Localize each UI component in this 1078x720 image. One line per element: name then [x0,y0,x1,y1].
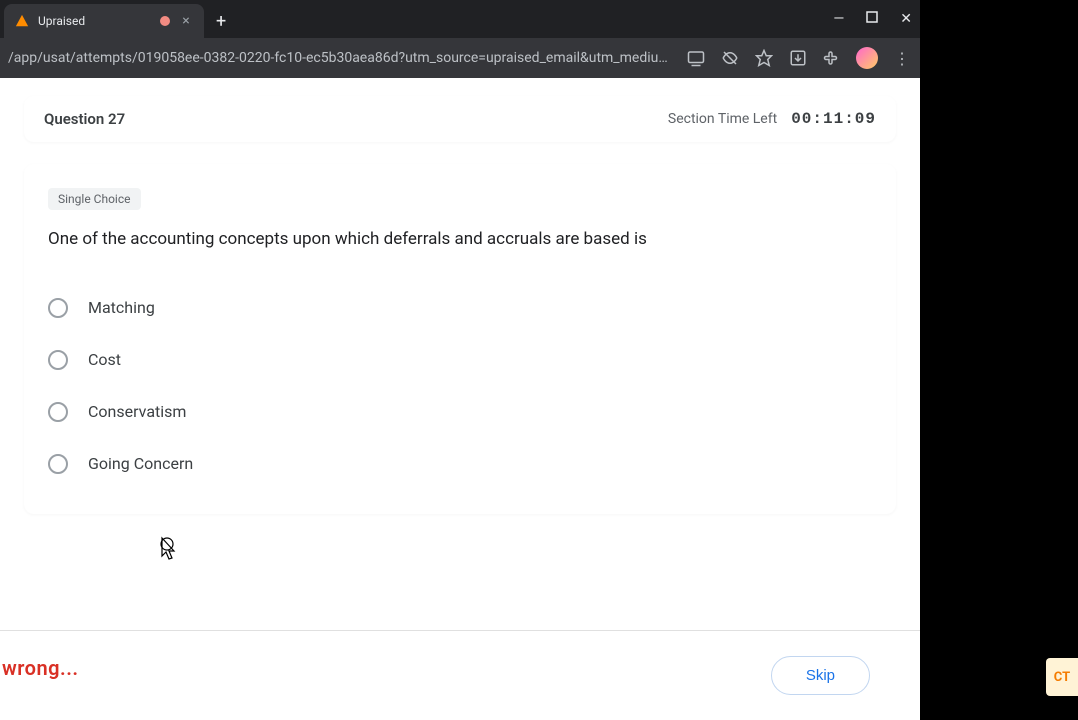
tab-title: Upraised [38,14,152,28]
timer-label: Section Time Left [668,111,777,127]
skip-button[interactable]: Skip [771,656,870,695]
wrong-overlay-text: wrong... [2,656,79,680]
option-label: Conservatism [88,402,186,421]
url-field[interactable]: /app/usat/attempts/019058ee-0382-0220-fc… [8,50,672,66]
window-controls: — ✕ [833,0,912,38]
option-label: Cost [88,350,121,369]
ct-badge: CT [1046,658,1078,696]
option-conservatism[interactable]: Conservatism [48,386,872,438]
ct-badge-text: CT [1054,670,1070,685]
screencast-icon[interactable] [686,48,706,68]
question-card: Single Choice One of the accounting conc… [24,164,896,514]
footer-bar: Skip [0,630,920,720]
question-number: Question 27 [44,110,125,128]
browser-titlebar: Upraised × + — ✕ [0,0,920,38]
timer-value: 00:11:09 [791,110,876,128]
browser-tab[interactable]: Upraised × [4,4,204,38]
extensions-icon[interactable] [822,48,842,68]
radio-icon [48,350,68,370]
minimize-icon[interactable]: — [833,11,844,27]
question-header: Question 27 Section Time Left 00:11:09 [24,96,896,142]
cursor-icon [156,536,178,562]
question-type-badge: Single Choice [48,188,141,210]
install-icon[interactable] [788,48,808,68]
maximize-icon[interactable] [866,11,878,27]
upraised-favicon [14,13,30,29]
question-text: One of the accounting concepts upon whic… [48,228,872,252]
new-tab-button[interactable]: + [204,4,238,38]
kebab-menu-icon[interactable]: ⋮ [892,48,912,68]
radio-icon [48,298,68,318]
profile-avatar-icon[interactable] [856,47,878,69]
address-bar: /app/usat/attempts/019058ee-0382-0220-fc… [0,38,920,78]
option-matching[interactable]: Matching [48,282,872,334]
radio-icon [48,402,68,422]
timer: Section Time Left 00:11:09 [668,110,876,128]
recording-indicator-icon [160,16,170,26]
option-going-concern[interactable]: Going Concern [48,438,872,490]
star-icon[interactable] [754,48,774,68]
page-content: Question 27 Section Time Left 00:11:09 S… [0,78,920,720]
tab-close-icon[interactable]: × [178,13,194,29]
close-window-icon[interactable]: ✕ [900,11,912,27]
option-label: Going Concern [88,454,193,473]
right-black-region: CT [920,0,1078,720]
eye-off-icon[interactable] [720,48,740,68]
option-label: Matching [88,298,155,317]
option-cost[interactable]: Cost [48,334,872,386]
browser-window: Upraised × + — ✕ /app/usat/attempts/0190… [0,0,920,720]
radio-icon [48,454,68,474]
